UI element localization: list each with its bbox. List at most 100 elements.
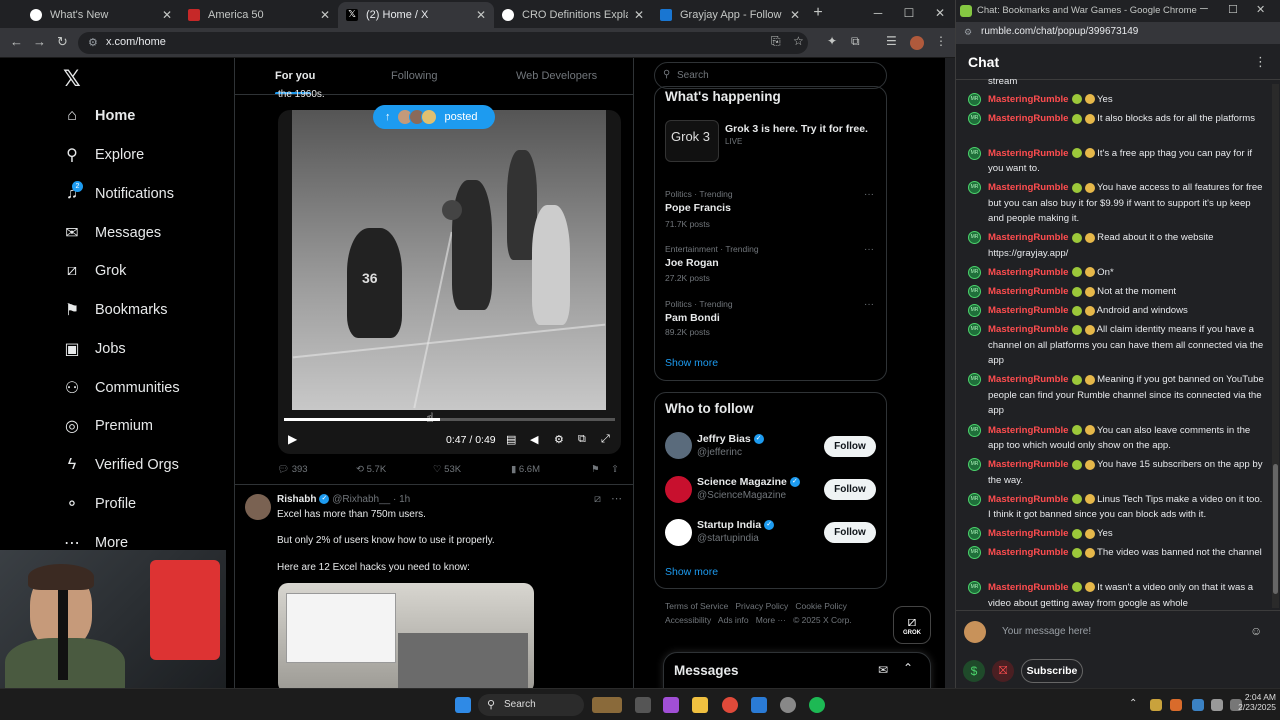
chat-scrollbar[interactable]: [1272, 84, 1279, 608]
chat-avatar[interactable]: MR: [968, 231, 981, 245]
nav-grok[interactable]: ⧄ Grok: [62, 258, 127, 284]
nav-explore[interactable]: ⚲ Explore: [62, 142, 144, 168]
forward-icon[interactable]: →: [33, 34, 46, 49]
chat-avatar[interactable]: MR: [968, 323, 981, 337]
chat-username[interactable]: MasteringRumble: [988, 113, 1069, 124]
video-player[interactable]: 36 ▶ 0:47 / 0:49 ▤ ◀ ⚙ ⧉ ⤢: [278, 110, 621, 454]
chat-username[interactable]: MasteringRumble: [988, 232, 1069, 243]
chat-username[interactable]: MasteringRumble: [988, 374, 1069, 385]
follow-button[interactable]: Follow: [824, 436, 876, 457]
volume-icon[interactable]: ◀: [530, 433, 538, 446]
like-count[interactable]: ♡ 53K: [433, 464, 461, 475]
tray-icon[interactable]: [1150, 699, 1162, 711]
chat-username[interactable]: MasteringRumble: [988, 425, 1069, 436]
tab-cro[interactable]: CRO Definitions Explained ✕: [494, 2, 652, 28]
menu-icon[interactable]: ⋮: [1254, 54, 1267, 70]
tab-following[interactable]: Following: [391, 58, 437, 94]
close-icon[interactable]: ✕: [476, 8, 486, 22]
footer-link[interactable]: Ads info: [718, 615, 749, 625]
maximize-icon[interactable]: ☐: [899, 6, 919, 20]
popup-url-bar[interactable]: ⚙ rumble.com/chat/popup/399673149: [956, 22, 1280, 44]
repost-count[interactable]: ⟲ 5.7K: [356, 464, 386, 475]
new-tab-button[interactable]: +: [808, 4, 828, 22]
url-field[interactable]: ⚙ x.com/home: [78, 32, 808, 54]
footer-link[interactable]: Cookie Policy: [795, 601, 847, 611]
vscode-icon[interactable]: [751, 697, 767, 713]
close-icon[interactable]: ✕: [162, 8, 172, 22]
grok-promo-image[interactable]: Grok 3: [665, 120, 719, 162]
chat-avatar[interactable]: MR: [968, 181, 981, 195]
chat-avatar[interactable]: MR: [968, 527, 981, 541]
settings-icon[interactable]: [780, 697, 796, 713]
site-info-icon[interactable]: ⚙: [964, 27, 972, 38]
grok-icon[interactable]: ⧄: [594, 493, 601, 506]
chat-avatar[interactable]: MR: [968, 458, 981, 472]
task-view-icon[interactable]: [635, 697, 651, 713]
messages-drawer[interactable]: Messages ✉ ⌃: [663, 652, 931, 688]
sidebar-icon[interactable]: ☰: [886, 34, 897, 48]
tab-web-developers[interactable]: Web Developers: [516, 58, 597, 94]
show-more-link[interactable]: Show more: [665, 566, 718, 578]
site-info-icon[interactable]: ⚙: [88, 36, 98, 49]
footer-link[interactable]: Terms of Service: [665, 601, 728, 611]
promo-title[interactable]: Grok 3 is here. Try it for free.: [725, 123, 868, 135]
posted-pill[interactable]: ↑ posted: [373, 105, 495, 129]
post-image[interactable]: [278, 583, 534, 688]
chat-avatar[interactable]: MR: [968, 285, 981, 299]
close-window-icon[interactable]: ✕: [930, 6, 950, 20]
play-icon[interactable]: ▶: [288, 432, 297, 446]
maximize-icon[interactable]: ☐: [1228, 3, 1238, 16]
tab-grayjay[interactable]: Grayjay App - Follow Creators ✕: [652, 2, 808, 28]
footer-link[interactable]: Accessibility: [665, 615, 711, 625]
follow-user-name[interactable]: Jeffry Bias ✓: [697, 433, 764, 445]
pip-icon[interactable]: ⧉: [578, 433, 586, 446]
subscribe-button[interactable]: Subscribe: [1021, 659, 1083, 683]
follow-user-name[interactable]: Science Magazine ✓: [697, 476, 800, 488]
video-progress-track[interactable]: [284, 418, 615, 421]
share-icon[interactable]: ⇪: [611, 464, 619, 475]
expand-icon[interactable]: ⌃: [903, 661, 913, 675]
view-count[interactable]: ▮ 6.6M: [511, 464, 540, 475]
chat-username[interactable]: MasteringRumble: [988, 582, 1069, 593]
minimize-icon[interactable]: ─: [1200, 3, 1208, 15]
nav-messages[interactable]: ✉ Messages: [62, 220, 161, 246]
chat-username[interactable]: MasteringRumble: [988, 305, 1069, 316]
widgets-icon[interactable]: [592, 697, 622, 713]
star-icon[interactable]: ☆: [793, 34, 804, 48]
back-icon[interactable]: ←: [10, 34, 23, 49]
tab-x-home[interactable]: 𝕏 (2) Home / X ✕: [338, 2, 494, 28]
chevron-up-icon[interactable]: ⌃: [1129, 698, 1137, 709]
chat-avatar[interactable]: MR: [968, 423, 981, 437]
trend-name[interactable]: Joe Rogan: [665, 257, 719, 269]
nav-profile[interactable]: ⚬ Profile: [62, 491, 136, 517]
clock[interactable]: 2:04 AM 2/23/2025: [1236, 692, 1276, 712]
chat-avatar[interactable]: MR: [968, 492, 981, 506]
extension-icon[interactable]: ✦: [827, 34, 837, 48]
bookmark-icon[interactable]: ⚑: [591, 464, 600, 475]
close-icon[interactable]: ✕: [790, 8, 800, 22]
chat-avatar[interactable]: MR: [968, 581, 981, 594]
wifi-icon[interactable]: [1192, 699, 1204, 711]
chat-username[interactable]: MasteringRumble: [988, 459, 1069, 470]
chat-username[interactable]: MasteringRumble: [988, 286, 1069, 297]
nav-bookmarks[interactable]: ⚑ Bookmarks: [62, 297, 168, 323]
search-input[interactable]: ⚲ Search: [654, 62, 887, 89]
chat-username[interactable]: MasteringRumble: [988, 182, 1069, 193]
chat-username[interactable]: MasteringRumble: [988, 267, 1069, 278]
chat-avatar[interactable]: MR: [968, 304, 981, 318]
chat-input[interactable]: Your message here! ☺: [994, 620, 1268, 644]
trend-name[interactable]: Pope Francis: [665, 202, 731, 214]
nav-notifications[interactable]: ♫ 2 Notifications: [62, 181, 174, 207]
chat-link[interactable]: https://grayjay.app/: [988, 248, 1068, 259]
volume-icon[interactable]: [1211, 699, 1223, 711]
reply-count[interactable]: 💬︎ 393: [277, 464, 308, 475]
reload-icon[interactable]: ↻: [57, 34, 68, 50]
close-icon[interactable]: ✕: [634, 8, 644, 22]
captions-icon[interactable]: ▤: [506, 433, 516, 446]
more-icon[interactable]: ···: [864, 189, 874, 200]
chat-username[interactable]: MasteringRumble: [988, 148, 1069, 159]
chat-username[interactable]: MasteringRumble: [988, 528, 1069, 539]
x-logo-icon[interactable]: 𝕏: [63, 66, 81, 92]
install-icon[interactable]: ⎘: [771, 34, 781, 49]
chat-username[interactable]: MasteringRumble: [988, 94, 1069, 105]
